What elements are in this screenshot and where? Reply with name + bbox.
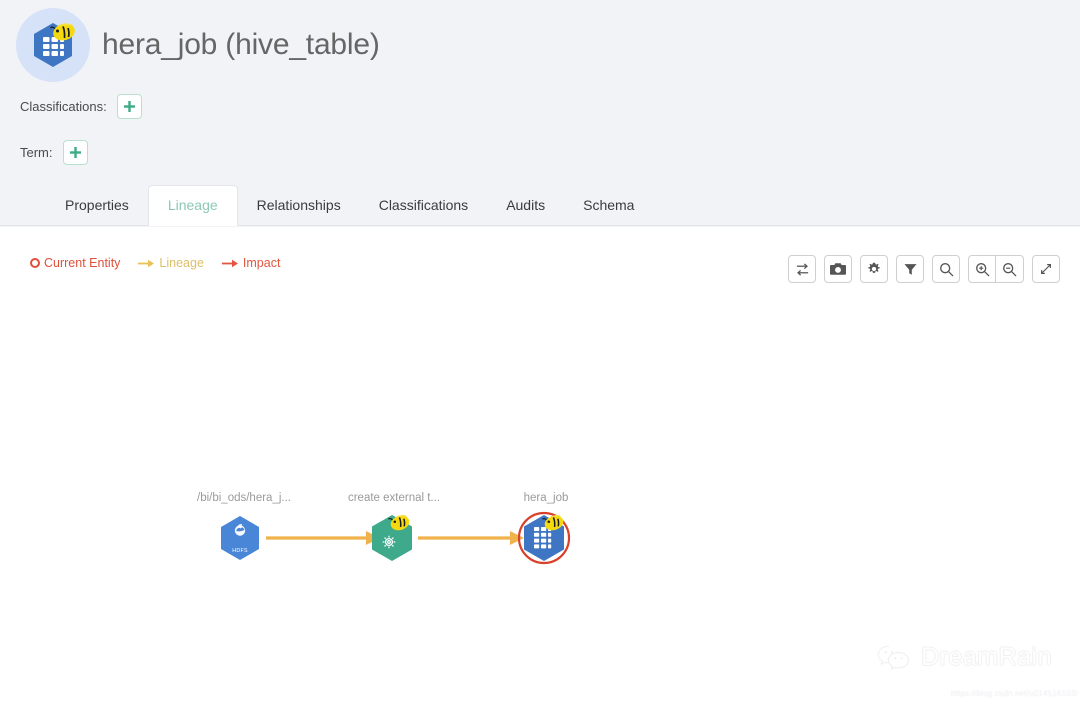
lineage-graph[interactable]: HDFS /bi/bi_ods/hera_j... create externa…: [0, 227, 1080, 706]
node-label-hive-process: create external t...: [347, 492, 441, 504]
tab-lineage[interactable]: Lineage: [147, 185, 238, 226]
tab-audits[interactable]: Audits: [487, 185, 564, 225]
lineage-graph-svg: HDFS: [221, 511, 571, 565]
edge-process-to-table: [418, 531, 524, 545]
entity-avatar: [16, 8, 90, 82]
graph-node-hive-process: [372, 514, 412, 561]
edge-hdfs-to-process: [266, 531, 380, 545]
hdfs-node-badge: HDFS: [232, 548, 248, 554]
plus-icon: [123, 100, 135, 112]
plus-icon: [69, 146, 81, 158]
graph-node-hdfs-path: HDFS: [221, 516, 259, 560]
graph-node-hera-job: [517, 511, 571, 565]
term-label: Term:: [20, 144, 53, 160]
atlas-entity-page: hera_job (hive_table) Classifications: T…: [0, 0, 1080, 706]
entity-header: hera_job (hive_table) Classifications: T…: [0, 0, 1080, 186]
add-classification-button[interactable]: [116, 93, 142, 119]
entity-title-row: hera_job (hive_table): [16, 8, 380, 82]
page-title: hera_job (hive_table): [102, 28, 380, 61]
tab-schema[interactable]: Schema: [564, 185, 653, 225]
classifications-row: Classifications:: [20, 93, 142, 119]
term-row: Term:: [20, 139, 88, 165]
classifications-label: Classifications:: [20, 98, 107, 114]
tab-relationships[interactable]: Relationships: [238, 185, 360, 225]
node-label-hdfs-path: /bi/bi_ods/hera_j...: [197, 492, 291, 504]
hive-table-icon: [27, 19, 79, 71]
tab-properties[interactable]: Properties: [46, 185, 148, 225]
add-term-button[interactable]: [62, 139, 88, 165]
node-label-hera-job: hera_job: [523, 492, 569, 504]
tab-classifications[interactable]: Classifications: [360, 185, 487, 225]
entity-tabs: Properties Lineage Relationships Classif…: [0, 185, 1080, 226]
